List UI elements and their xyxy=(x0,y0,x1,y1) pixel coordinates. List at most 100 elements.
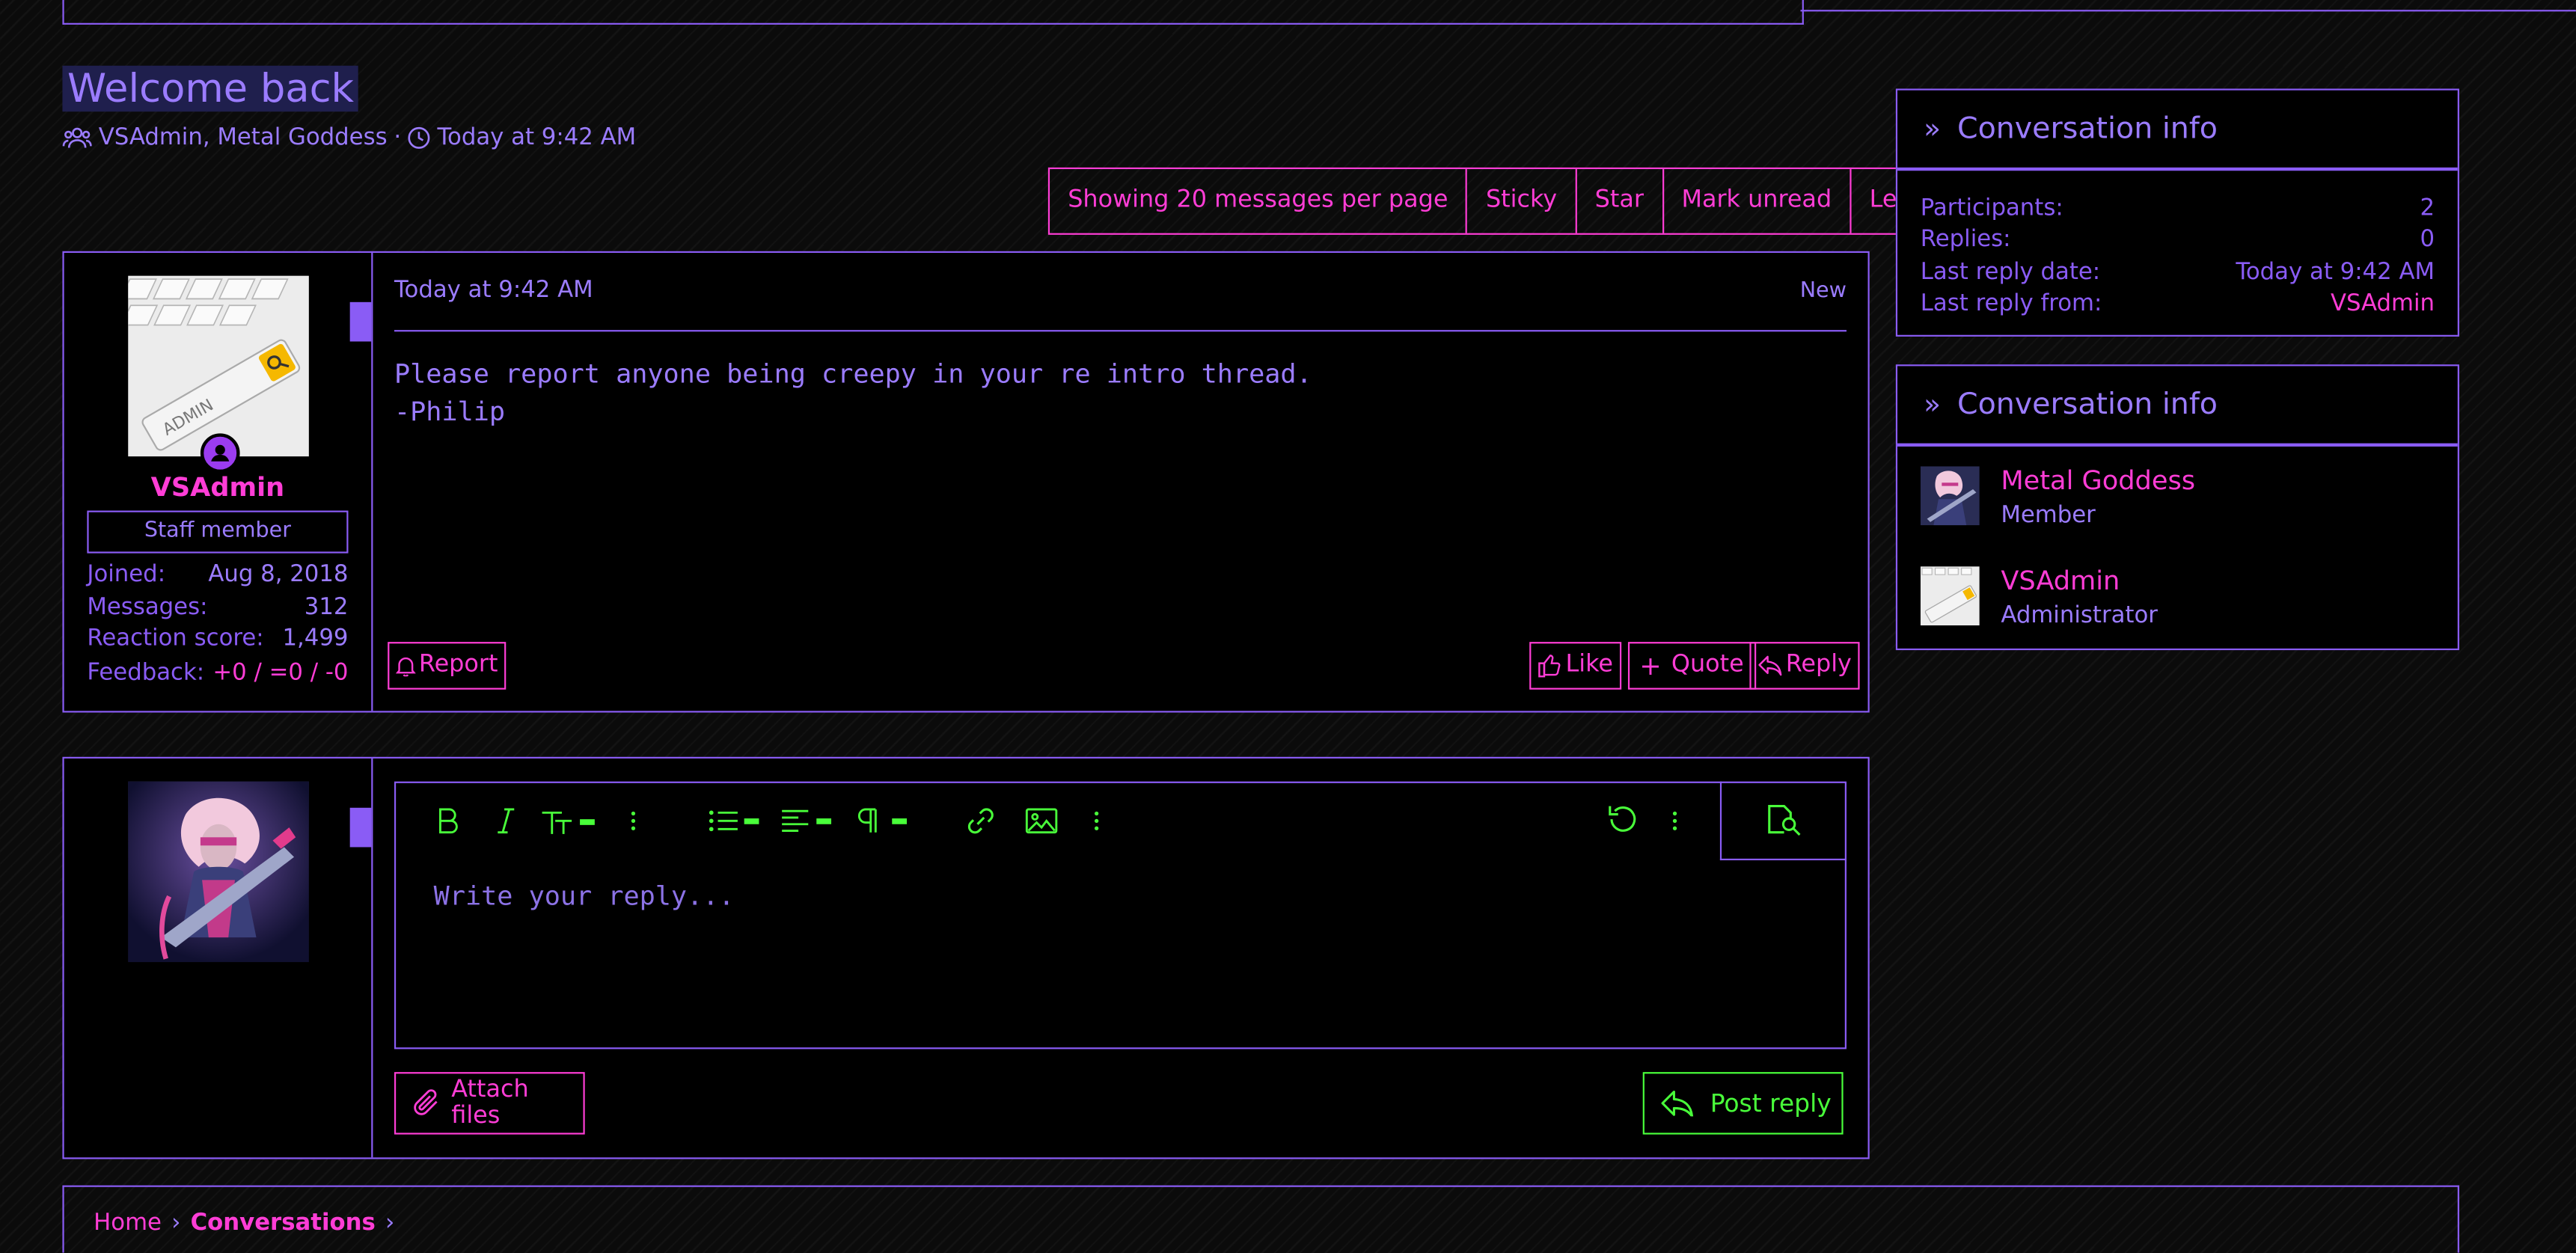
participant-item: Metal Goddess Member xyxy=(1920,465,2195,532)
meta-separator: · xyxy=(394,124,402,151)
quote-button[interactable]: + Quote xyxy=(1627,642,1756,690)
participants-icon xyxy=(62,127,92,148)
stat-value: 1,499 xyxy=(282,625,349,652)
image-button[interactable] xyxy=(1025,803,1058,839)
top-frame xyxy=(62,0,1804,25)
reply-editor[interactable]: Write your reply... xyxy=(394,781,1847,1050)
bell-icon xyxy=(396,657,416,677)
clock-icon xyxy=(408,126,430,149)
feedback-link[interactable]: +0 / =0 / -0 xyxy=(212,658,348,690)
conversation-date[interactable]: Today at 9:42 AM xyxy=(437,125,636,151)
reply-button[interactable]: Reply xyxy=(1749,642,1860,690)
italic-icon xyxy=(498,808,515,834)
mark-unread-button[interactable]: Mark unread xyxy=(1662,169,1850,233)
more-text-options-icon[interactable] xyxy=(626,803,640,839)
avatar[interactable]: ADMIN xyxy=(128,275,309,457)
new-indicator: New xyxy=(1799,279,1847,304)
participant-name[interactable]: VSAdmin xyxy=(2001,566,2158,596)
like-button[interactable]: Like xyxy=(1529,642,1621,690)
more-insert-options-icon[interactable] xyxy=(1089,803,1103,839)
message-user-column: ADMIN VSAdmin Staff member Joined: Aug 8,… xyxy=(64,252,373,711)
message-arrow xyxy=(349,807,372,848)
attach-files-button[interactable]: Attach files xyxy=(394,1072,585,1135)
avatar[interactable] xyxy=(128,781,309,963)
double-chevron-right-icon: » xyxy=(1924,388,1942,421)
messages-per-page-button[interactable]: Showing 20 messages per page xyxy=(1050,169,1466,233)
breadcrumb-bar: Home › Conversations › xyxy=(62,1185,2459,1253)
message-post: ADMIN VSAdmin Staff member Joined: Aug 8,… xyxy=(62,251,1870,713)
attach-files-label: Attach files xyxy=(451,1076,529,1130)
metal-goddess-avatar-image xyxy=(128,781,309,963)
reply-label: Reply xyxy=(1785,652,1852,678)
reply-icon xyxy=(1661,1090,1694,1117)
info-value[interactable]: Today at 9:42 AM xyxy=(2236,257,2435,289)
post-reply-label: Post reply xyxy=(1710,1088,1832,1118)
chevron-right-icon: › xyxy=(385,1210,395,1237)
page-stage: Welcome back VSAdmin, Metal Goddess · To… xyxy=(0,0,2576,1253)
list-icon xyxy=(709,810,759,832)
undo-button[interactable] xyxy=(1605,803,1638,839)
preview-toggle[interactable] xyxy=(1719,781,1847,861)
quick-reply: Write your reply... Attach files Post re… xyxy=(62,756,1870,1159)
preview-button[interactable] xyxy=(1764,801,1804,837)
message-date[interactable]: Today at 9:42 AM xyxy=(394,278,593,304)
stat-joined: Joined: Aug 8, 2018 xyxy=(87,560,348,592)
text-size-icon xyxy=(542,811,595,834)
breadcrumb: Home › Conversations › xyxy=(94,1210,394,1236)
list-button[interactable] xyxy=(708,803,760,839)
participants-names[interactable]: VSAdmin, Metal Goddess xyxy=(99,125,388,151)
avatar[interactable] xyxy=(1920,466,1980,526)
staff-badge: Staff member xyxy=(87,510,349,554)
conversation-participants-block: » Conversation info Metal Goddess Member… xyxy=(1895,364,2459,651)
star-button[interactable]: Star xyxy=(1575,169,1662,233)
stat-label: Feedback: xyxy=(87,659,205,686)
block-title: Conversation info xyxy=(1957,387,2218,423)
plus-icon: + xyxy=(1639,650,1662,681)
paragraph-icon xyxy=(857,808,908,833)
stat-label: Joined: xyxy=(87,561,166,588)
avatar[interactable] xyxy=(1920,566,1980,626)
info-value: 2 xyxy=(2420,195,2435,222)
stat-messages: Messages: 312 xyxy=(87,592,348,624)
preview-icon xyxy=(1768,805,1801,836)
conversation-meta: VSAdmin, Metal Goddess · Today at 9:42 A… xyxy=(62,125,636,151)
top-divider xyxy=(1800,10,2576,12)
sticky-button[interactable]: Sticky xyxy=(1466,169,1576,233)
block-title: Conversation info xyxy=(1957,111,2218,147)
last-reply-user-link[interactable]: VSAdmin xyxy=(2331,289,2435,320)
participants-header[interactable]: » Conversation info xyxy=(1897,366,2458,447)
report-button[interactable]: Report xyxy=(388,642,507,690)
paragraph-button[interactable] xyxy=(856,803,908,839)
info-label: Participants: xyxy=(1920,195,2063,222)
info-row-last-reply-date: Last reply date: Today at 9:42 AM xyxy=(1921,257,2435,289)
conversation-info-header[interactable]: » Conversation info xyxy=(1897,91,2458,171)
align-button[interactable] xyxy=(780,803,833,839)
editor-toolbar xyxy=(396,781,1847,861)
participant-role: Administrator xyxy=(2001,602,2158,629)
message-arrow xyxy=(349,301,372,342)
reply-icon xyxy=(1758,655,1782,676)
participant-role: Member xyxy=(2001,502,2096,529)
info-label: Last reply date: xyxy=(1920,258,2101,285)
breadcrumb-home[interactable]: Home xyxy=(94,1210,162,1236)
italic-button[interactable] xyxy=(495,803,518,839)
message-line: Please report anyone being creepy in you… xyxy=(394,358,1312,390)
participant-item: VSAdmin Administrator xyxy=(1920,566,2158,632)
breadcrumb-conversations[interactable]: Conversations xyxy=(191,1210,376,1236)
info-label: Replies: xyxy=(1920,227,2011,254)
stat-label: Messages: xyxy=(87,593,208,620)
post-reply-button[interactable]: Post reply xyxy=(1642,1072,1844,1135)
undo-icon xyxy=(1609,806,1636,832)
text-size-button[interactable] xyxy=(540,803,599,839)
info-row-last-reply-from: Last reply from: VSAdmin xyxy=(1921,289,2435,320)
reply-textarea[interactable]: Write your reply... xyxy=(434,880,735,911)
info-label: Last reply from: xyxy=(1920,290,2102,317)
report-label: Report xyxy=(418,652,498,678)
bold-icon xyxy=(439,808,458,834)
more-options-icon[interactable] xyxy=(1668,803,1681,839)
participant-name[interactable]: Metal Goddess xyxy=(2001,465,2195,496)
bold-button[interactable] xyxy=(435,803,462,839)
message-content: Today at 9:42 AM New Please report anyon… xyxy=(373,253,1867,711)
link-button[interactable] xyxy=(964,803,997,839)
post-username[interactable]: VSAdmin xyxy=(64,471,372,503)
